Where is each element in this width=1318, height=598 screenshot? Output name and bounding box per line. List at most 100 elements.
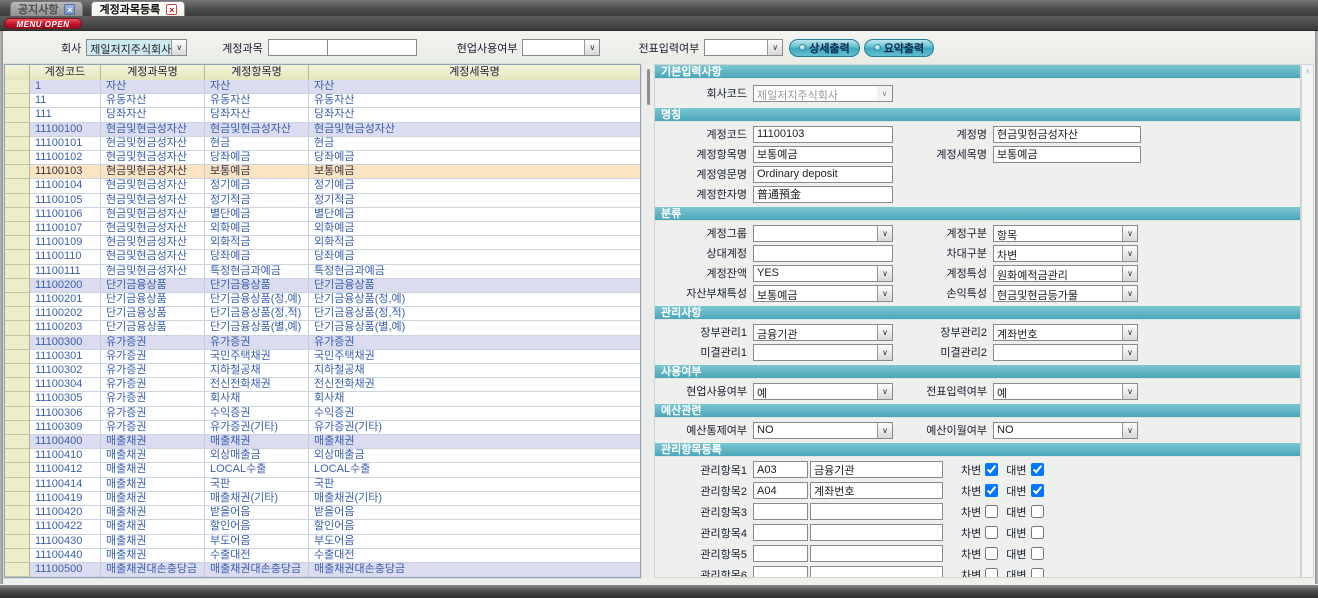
hanja-name-field[interactable] — [753, 186, 893, 203]
account-balance-select[interactable]: YES ∨ — [753, 265, 893, 282]
debit-checkbox[interactable] — [985, 526, 998, 539]
credit-checkbox[interactable] — [1031, 505, 1044, 518]
close-icon[interactable]: × — [64, 4, 75, 15]
table-row[interactable]: 11100414 매출채권 국판 국판 — [5, 478, 640, 492]
slip-input-select[interactable]: ∨ — [704, 39, 783, 56]
tab[interactable]: 공지사항 × — [10, 1, 83, 16]
table-row[interactable]: 11100107 현금및현금성자산 외화예금 외화예금 — [5, 222, 640, 236]
table-scrollbar[interactable] — [641, 64, 654, 578]
table-row[interactable]: 11100305 유가증권 회사채 회사채 — [5, 392, 640, 406]
row-selector[interactable] — [5, 123, 30, 137]
table-row[interactable]: 11100109 현금및현금성자산 외화적금 외화적금 — [5, 236, 640, 250]
detail-name-field[interactable] — [993, 146, 1141, 163]
row-selector[interactable] — [5, 463, 30, 477]
budget-carryover-select[interactable]: NO ∨ — [993, 422, 1138, 439]
asset-liability-char-select[interactable]: 보통예금 ∨ — [753, 285, 893, 302]
table-row[interactable]: 11100104 현금및현금성자산 정기예금 정기예금 — [5, 179, 640, 193]
account-group-select[interactable]: ∨ — [753, 225, 893, 242]
table-row[interactable]: 11100400 매출채권 매출채권 매출채권 — [5, 435, 640, 449]
row-selector[interactable] — [5, 307, 30, 321]
mgmt-item-name-input[interactable] — [810, 461, 943, 478]
table-row[interactable]: 11100302 유가증권 지하철공채 지하철공채 — [5, 364, 640, 378]
scroll-up-icon[interactable]: ∧ — [1302, 67, 1313, 76]
table-row[interactable]: 1 자산 자산 자산 — [5, 80, 640, 94]
row-selector[interactable] — [5, 279, 30, 293]
table-row[interactable]: 11100102 현금및현금성자산 당좌예금 당좌예금 — [5, 151, 640, 165]
account-name-input[interactable] — [327, 39, 417, 56]
row-selector[interactable] — [5, 364, 30, 378]
table-row[interactable]: 11100430 매출채권 부도어음 부도어음 — [5, 535, 640, 549]
mgmt-item-code-input[interactable] — [753, 503, 808, 520]
debit-checkbox[interactable] — [985, 568, 998, 578]
row-selector[interactable] — [5, 378, 30, 392]
pl-char-select[interactable]: 현금및현금등가물 ∨ — [993, 285, 1138, 302]
account-code-input[interactable] — [268, 39, 328, 56]
row-selector[interactable] — [5, 265, 30, 279]
col-header-account-code[interactable]: 계정코드 — [30, 65, 101, 81]
debit-checkbox[interactable] — [985, 547, 998, 560]
row-selector[interactable] — [5, 520, 30, 534]
book-mgmt2-select[interactable]: 계좌번호 ∨ — [993, 324, 1138, 341]
table-row[interactable]: 11100410 매출채권 외상매출금 외상매출금 — [5, 449, 640, 463]
row-selector[interactable] — [5, 506, 30, 520]
row-selector[interactable] — [5, 563, 30, 577]
table-row[interactable]: 11100201 단기금융상품 단기금융상품(정,예) 단기금융상품(정,예) — [5, 293, 640, 307]
credit-checkbox[interactable] — [1031, 484, 1044, 497]
credit-checkbox[interactable] — [1031, 568, 1044, 578]
account-gubun-select[interactable]: 항목 ∨ — [993, 225, 1138, 242]
row-selector[interactable] — [5, 435, 30, 449]
row-selector[interactable] — [5, 449, 30, 463]
row-selector[interactable] — [5, 535, 30, 549]
mgmt-item-name-input[interactable] — [810, 482, 943, 499]
account-code-field[interactable] — [753, 126, 893, 143]
mgmt-item-code-input[interactable] — [753, 461, 808, 478]
table-row[interactable]: 11100203 단기금융상품 단기금융상품(별,예) 단기금융상품(별,예) — [5, 321, 640, 335]
row-selector[interactable] — [5, 179, 30, 193]
company-code-select[interactable]: 제일저지주식회사 ∨ — [753, 85, 893, 102]
row-selector[interactable] — [5, 137, 30, 151]
col-header-detail-name[interactable]: 계정세목명 — [309, 65, 640, 81]
table-row[interactable]: 11100440 매출채권 수출대전 수출대전 — [5, 549, 640, 563]
field-use-detail-select[interactable]: 예 ∨ — [753, 383, 893, 400]
table-row[interactable]: 11100103 현금및현금성자산 보통예금 보통예금 — [5, 165, 640, 179]
tab[interactable]: 계정과목등록 × — [91, 1, 185, 16]
credit-checkbox[interactable] — [1031, 547, 1044, 560]
mgmt-item-code-input[interactable] — [753, 482, 808, 499]
table-row[interactable]: 111 당좌자산 당좌자산 당좌자산 — [5, 108, 640, 122]
book-mgmt1-select[interactable]: 금융기관 ∨ — [753, 324, 893, 341]
row-selector[interactable] — [5, 250, 30, 264]
menu-open-button[interactable]: MENU OPEN — [4, 18, 82, 29]
open-mgmt2-select[interactable]: ∨ — [993, 344, 1138, 361]
row-selector[interactable] — [5, 392, 30, 406]
table-row[interactable]: 11100420 매출채권 받을어음 받을어음 — [5, 506, 640, 520]
company-select[interactable]: 제일저지주식회사 ∨ — [86, 39, 187, 56]
table-row[interactable]: 11100106 현금및현금성자산 별단예금 별단예금 — [5, 208, 640, 222]
summary-print-button[interactable]: 요약출력 — [864, 39, 934, 57]
row-selector[interactable] — [5, 407, 30, 421]
col-header-item-name[interactable]: 계정항목명 — [205, 65, 309, 81]
table-row[interactable]: 11100100 현금및현금성자산 현금및현금성자산 현금및현금성자산 — [5, 123, 640, 137]
table-row[interactable]: 11100306 유가증권 수익증권 수익증권 — [5, 407, 640, 421]
mgmt-item-code-input[interactable] — [753, 545, 808, 562]
row-selector[interactable] — [5, 80, 30, 94]
table-row[interactable]: 11100301 유가증권 국민주택채권 국민주택채권 — [5, 350, 640, 364]
row-selector[interactable] — [5, 236, 30, 250]
item-name-field[interactable] — [753, 146, 893, 163]
row-selector[interactable] — [5, 165, 30, 179]
detail-print-button[interactable]: 상세출력 — [789, 39, 859, 57]
table-row[interactable]: 11100419 매출채권 매출채권(기타) 매출채권(기타) — [5, 492, 640, 506]
table-row[interactable]: 11100300 유가증권 유가증권 유가증권 — [5, 336, 640, 350]
credit-checkbox[interactable] — [1031, 463, 1044, 476]
table-row[interactable]: 11100304 유가증권 전신전화채권 전신전화채권 — [5, 378, 640, 392]
counter-account-field[interactable] — [753, 245, 893, 262]
row-selector[interactable] — [5, 321, 30, 335]
table-row[interactable]: 11100412 매출채권 LOCAL수출 LOCAL수출 — [5, 463, 640, 477]
budget-control-select[interactable]: NO ∨ — [753, 422, 893, 439]
table-row[interactable]: 11 유동자산 유동자산 유동자산 — [5, 94, 640, 108]
mgmt-item-name-input[interactable] — [810, 503, 943, 520]
row-selector[interactable] — [5, 421, 30, 435]
open-mgmt1-select[interactable]: ∨ — [753, 344, 893, 361]
field-use-select[interactable]: ∨ — [522, 39, 600, 56]
table-row[interactable]: 11100111 현금및현금성자산 특정현금과예금 특정현금과예금 — [5, 265, 640, 279]
debit-checkbox[interactable] — [985, 505, 998, 518]
